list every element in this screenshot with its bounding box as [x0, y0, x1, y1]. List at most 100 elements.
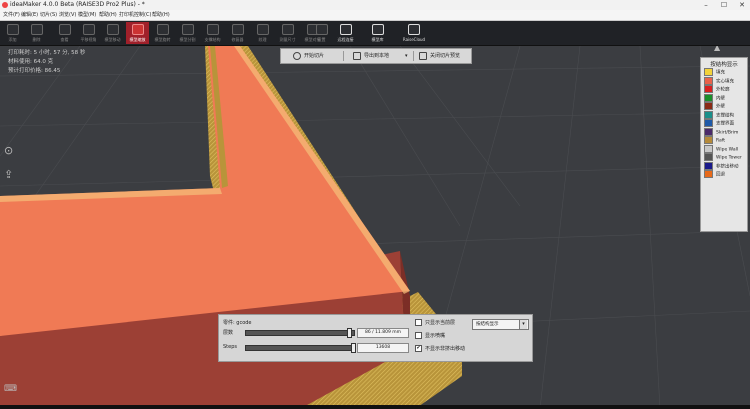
menu-help[interactable]: 帮助(H): [99, 10, 117, 20]
checkbox-icon: [415, 319, 422, 326]
structure-legend: 按结构显示 填充 实心填充 外轮廓 内壁 外壁 支撑结构 支撑界面 Skirt/…: [700, 57, 748, 232]
add-icon: [6, 24, 19, 35]
menu-file[interactable]: 文件(F): [3, 10, 20, 20]
layer-label: 层数: [223, 330, 234, 336]
legend-swatch: [704, 170, 713, 178]
move-model-button[interactable]: 模型移动: [101, 22, 124, 44]
split-model-button[interactable]: 模型分割: [176, 22, 199, 44]
minimize-button[interactable]: –: [700, 0, 712, 10]
material-usage: 材料使用: 64.0 克: [8, 59, 54, 65]
legend-swatch: [704, 119, 713, 127]
keyboard-icon[interactable]: ⌨: [4, 384, 17, 394]
layer-value-field[interactable]: 86 / 11.809 mm: [357, 328, 409, 338]
texture-icon: [256, 24, 269, 35]
slice-toolbar: 开始切片 导出到本地 ▾ 关闭切片预览: [280, 48, 472, 64]
file-label: 零件: gcode: [223, 320, 252, 326]
cloud-icon: [408, 24, 420, 35]
legend-item: 非挤出移动: [701, 161, 747, 171]
support-button[interactable]: 支撑结构: [201, 22, 224, 44]
menu-printer-control[interactable]: 打印机控制(C): [119, 10, 151, 20]
rotate-icon: [156, 24, 169, 35]
remote-icon: [339, 24, 352, 35]
close-preview-icon: [419, 51, 427, 60]
model-library-button[interactable]: 模型库: [366, 22, 389, 44]
menu-slice[interactable]: 切片(S): [40, 10, 57, 20]
move-icon: [106, 24, 119, 35]
show-nozzle-checkbox[interactable]: 显示喷嘴: [415, 332, 445, 339]
add-button[interactable]: 添加: [1, 22, 24, 44]
legend-item: 实心填充: [701, 76, 747, 86]
legend-swatch: [704, 144, 713, 153]
play-icon: [293, 51, 301, 60]
status-bar: [0, 405, 750, 409]
export-local-button[interactable]: 导出到本地: [353, 51, 389, 61]
print-time: 打印耗时: 5 小时, 57 分, 58 秒: [8, 50, 86, 56]
support-icon: [206, 24, 219, 35]
remote-connect-button[interactable]: 远程连接: [334, 22, 357, 44]
legend-swatch: [704, 127, 713, 136]
legend-swatch: [704, 102, 713, 110]
measure-button[interactable]: 测量尺寸: [276, 22, 299, 44]
upload-icon[interactable]: ⇪: [4, 168, 13, 181]
gear-icon: [315, 24, 328, 35]
menu-edit[interactable]: 编辑(E): [21, 10, 38, 20]
layer-slider[interactable]: [245, 330, 355, 336]
repair-icon: [231, 24, 244, 35]
legend-item: Raft: [701, 136, 747, 145]
steps-label: Steps: [223, 344, 237, 350]
legend-swatch: [704, 93, 713, 102]
legend-item: Skirt/Brim: [701, 127, 747, 137]
legend-title: 按结构显示: [710, 62, 738, 68]
toolbar: 添加 删除 查看 平移视角 模型移动 模型缩放 模型旋转 模型分割 支撑结构 修…: [0, 21, 750, 46]
maximize-button[interactable]: ☐: [718, 0, 730, 10]
app-logo-icon: [2, 2, 8, 8]
chevron-down-icon: ▾: [519, 320, 527, 329]
start-slice-button[interactable]: 开始切片: [293, 51, 324, 61]
save-icon: [353, 51, 361, 60]
legend-swatch: [704, 76, 713, 85]
print-info: 打印耗时: 5 小时, 57 分, 58 秒 材料使用: 64.0 克 预计打印…: [8, 49, 85, 76]
delete-button[interactable]: 删除: [25, 22, 48, 44]
menu-model[interactable]: 模型(M): [78, 10, 96, 20]
legend-swatch: [704, 136, 713, 144]
view-button[interactable]: 查看: [53, 22, 76, 44]
title-bar: ideaMaker 4.0.0 Beta (RAISE3D Pro2 Plus)…: [0, 0, 750, 10]
steps-slider-handle[interactable]: [351, 343, 356, 353]
window-title: ideaMaker 4.0.0 Beta (RAISE3D Pro2 Plus)…: [10, 1, 145, 8]
delete-icon: [30, 24, 43, 35]
pan-view-button[interactable]: 平移视角: [77, 22, 100, 44]
scale-model-button[interactable]: 模型缩放: [126, 22, 149, 44]
settings-button[interactable]: 设置: [310, 22, 333, 44]
legend-swatch: [704, 110, 713, 119]
hide-travel-checkbox[interactable]: ✔ 不显示非挤出移动: [415, 345, 465, 352]
divider: [343, 51, 344, 61]
nav-up-icon[interactable]: ▲: [714, 46, 720, 52]
close-button[interactable]: ✕: [736, 0, 748, 10]
library-icon: [371, 24, 384, 35]
play-preview-icon[interactable]: ⊙: [4, 144, 13, 157]
only-current-layer-checkbox[interactable]: 只显示当前层: [415, 319, 455, 326]
texture-button[interactable]: 纹理: [251, 22, 274, 44]
estimated-cost: 预计打印价格: 86.45: [8, 68, 61, 74]
eye-icon: [58, 24, 71, 35]
steps-value-field[interactable]: 13608: [357, 343, 409, 353]
layer-slider-handle[interactable]: [346, 328, 352, 338]
menu-help-2[interactable]: 帮助(H): [152, 10, 170, 20]
checkbox-icon: [415, 332, 422, 339]
export-dropdown-icon[interactable]: ▾: [405, 51, 408, 61]
rotate-model-button[interactable]: 模型旋转: [151, 22, 174, 44]
scale-icon: [131, 24, 144, 35]
display-mode-select[interactable]: 按结构显示 ▾: [472, 319, 529, 330]
menu-view[interactable]: 浏览(V): [59, 10, 76, 20]
legend-swatch: [704, 68, 713, 76]
legend-item: 外轮廓: [701, 85, 747, 94]
pan-icon: [82, 24, 95, 35]
legend-swatch: [704, 161, 713, 170]
legend-item: 支撑结构: [701, 110, 747, 120]
steps-slider[interactable]: [245, 345, 355, 351]
close-preview-button[interactable]: 关闭切片预览: [419, 51, 460, 61]
legend-item: 内壁: [701, 93, 747, 103]
repair-button[interactable]: 修复器: [226, 22, 249, 44]
raisecloud-button[interactable]: RaiseCloud: [400, 22, 428, 44]
ruler-icon: [281, 24, 294, 35]
